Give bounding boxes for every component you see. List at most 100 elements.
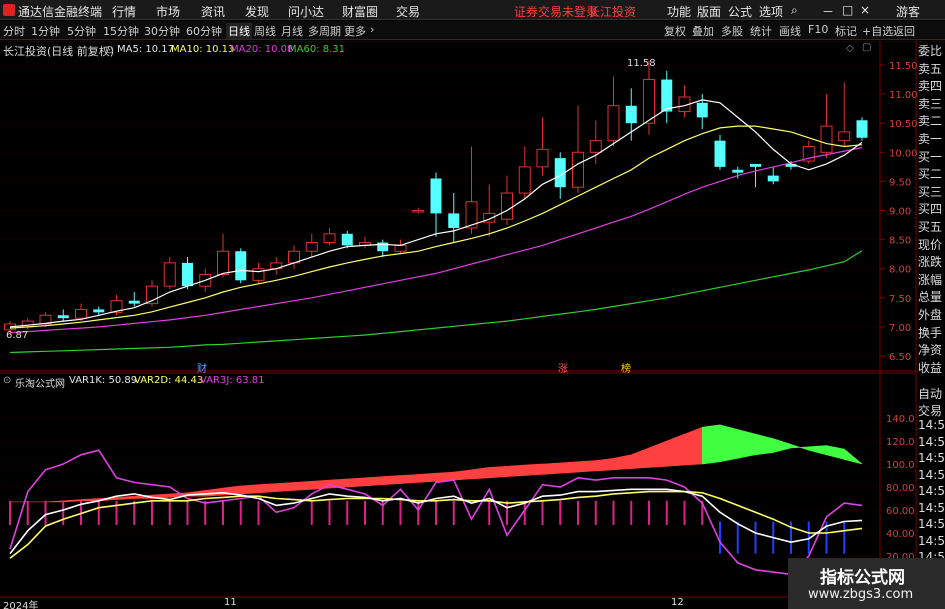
price-axis: 11.50 11.00 10.50 10.00 9.50 9.00 8.50 8.00 7.50… (880, 61, 918, 563)
close-icon[interactable]: × (860, 3, 870, 17)
maximize-icon[interactable]: □ (842, 3, 853, 17)
minimize-icon[interactable]: － (822, 3, 834, 20)
stats-button[interactable]: 统计 (750, 23, 772, 39)
side-panel-item: 现价 (918, 237, 943, 252)
candle-body-down (732, 169, 744, 173)
search-icon[interactable]: ⌕ (791, 3, 798, 18)
var3j-label: VAR3J: 63.81 (200, 375, 265, 386)
trade-panel-item: 14:56 (918, 517, 945, 531)
back-button[interactable]: 返回 (893, 23, 915, 39)
trade-panel-item: 自动 (918, 387, 943, 401)
band-segment (506, 464, 526, 477)
candles (3, 60, 868, 333)
multi-stock-button[interactable]: 多股 (721, 23, 743, 39)
draw-line-button[interactable]: 画线 (779, 23, 801, 39)
candle-body-down (856, 120, 868, 138)
ma20-label: MA20: 10.08 (230, 44, 294, 55)
tab-more[interactable]: 更多 (344, 23, 366, 39)
settings-icon[interactable]: ◇ (846, 43, 854, 54)
date-label-2024: 2024年 (3, 601, 39, 609)
chevron-right-icon[interactable]: › (370, 23, 374, 36)
candle-body-up (216, 250, 230, 276)
candle-body-down (128, 300, 140, 304)
app-logo-icon (3, 4, 15, 16)
band-segment (346, 477, 366, 488)
tab-daily[interactable]: 日线 (226, 23, 252, 39)
tab-30min[interactable]: 30分钟 (144, 23, 180, 39)
f10-button[interactable]: F10 (808, 23, 828, 36)
band-segment (45, 500, 64, 503)
candle-body-up (305, 242, 318, 252)
watermark: 指标公式网 www.zbgs3.com (788, 558, 945, 609)
band-segment (417, 472, 437, 483)
price-tick-label: 8.00 (889, 265, 911, 276)
window-icon[interactable]: ▢ (862, 42, 871, 53)
candle-body-up (536, 148, 549, 168)
tab-weekly[interactable]: 周线 (254, 23, 276, 39)
side-panel-item: 买五 (918, 220, 943, 234)
menu-item-discover[interactable]: 发现 (245, 3, 269, 20)
mark-button[interactable]: 标记 (835, 23, 857, 39)
ranking-marker[interactable]: 榜 (621, 360, 631, 375)
sub-tick-label: 120.0 (886, 437, 915, 448)
finance-marker[interactable]: 财 (197, 360, 207, 375)
tab-monthly[interactable]: 月线 (281, 23, 303, 39)
overlay-button[interactable]: 叠加 (692, 23, 714, 39)
kline-chart[interactable]: 11.50 11.00 10.50 10.00 9.50 9.00 8.50 8.00 7.50… (0, 41, 945, 609)
menu-item-function[interactable]: 功能 (667, 3, 691, 20)
band-segment (488, 465, 508, 479)
band-segment (843, 448, 863, 465)
sub-tick-label: 140.0 (886, 414, 915, 425)
login-notice[interactable]: 证券交易未登录 (514, 3, 598, 20)
candle-body-up (838, 131, 851, 142)
band-segment (648, 440, 668, 468)
candle-body-down (749, 163, 762, 167)
adjust-button[interactable]: 复权 (664, 23, 686, 39)
limit-up-marker[interactable]: 涨 (558, 360, 568, 375)
var1k-label: VAR1K: 50.89 (69, 375, 138, 386)
candle-body-down (430, 178, 442, 214)
band-segment (719, 424, 739, 463)
tab-15min[interactable]: 15分钟 (103, 23, 139, 39)
guest-label[interactable]: 游客 (896, 3, 920, 20)
band-segment (524, 463, 543, 476)
add-watchlist-button[interactable]: +自选 (862, 23, 893, 39)
menu-item-trade[interactable]: 交易 (396, 3, 420, 20)
tab-5min[interactable]: 5分钟 (67, 23, 96, 39)
side-panel-item: 买二 (918, 167, 943, 182)
ma5-label: MA5: 10.17 (117, 44, 175, 55)
tab-60min[interactable]: 60分钟 (186, 23, 222, 39)
menu-bar: 通达信金融终端 行情 市场 资讯 发现 问小达 财富圈 交易 证券交易未登录 长… (0, 0, 945, 20)
candle-body-down (696, 102, 708, 118)
candle-body-up (500, 192, 514, 220)
tab-multi-period[interactable]: 多周期 (308, 23, 341, 39)
sub-chevron-icon[interactable]: ⊙ (3, 375, 11, 386)
sub-tick-label: 60.00 (886, 506, 915, 517)
sub-title: 乐淘公式网 (15, 379, 65, 390)
sub-tick-label: 100.0 (886, 460, 915, 471)
tab-1min[interactable]: 1分钟 (31, 23, 60, 39)
candle-body-down (448, 213, 460, 228)
band-segment (613, 454, 632, 471)
side-panel-item: 净资 (918, 343, 943, 358)
menu-item-layout[interactable]: 版面 (697, 3, 721, 20)
band-segment (826, 445, 845, 460)
watermark-url: www.zbgs3.com (808, 587, 914, 602)
candle-body-up (571, 151, 585, 188)
menu-item-wealth[interactable]: 财富圈 (342, 3, 378, 20)
tab-fenshi[interactable]: 分时 (3, 23, 25, 39)
menu-item-options[interactable]: 选项 (759, 3, 783, 20)
candle-body-down (57, 315, 69, 319)
chevron-down-icon[interactable]: ⊙ (105, 43, 114, 56)
band-segment (205, 487, 224, 497)
menu-item-formula[interactable]: 公式 (728, 3, 752, 20)
menu-item-markets[interactable]: 市场 (156, 3, 180, 20)
date-label-dec: 12 (671, 597, 684, 608)
menu-item-market[interactable]: 行情 (112, 3, 136, 20)
ma60-label: MA60: 8.31 (288, 44, 346, 55)
low-marker: 6.87 (6, 330, 29, 341)
price-tick-label: 9.50 (889, 177, 911, 188)
menu-item-ask[interactable]: 问小达 (288, 3, 324, 20)
menu-item-news[interactable]: 资讯 (201, 3, 225, 20)
candle-body-down (661, 79, 673, 112)
